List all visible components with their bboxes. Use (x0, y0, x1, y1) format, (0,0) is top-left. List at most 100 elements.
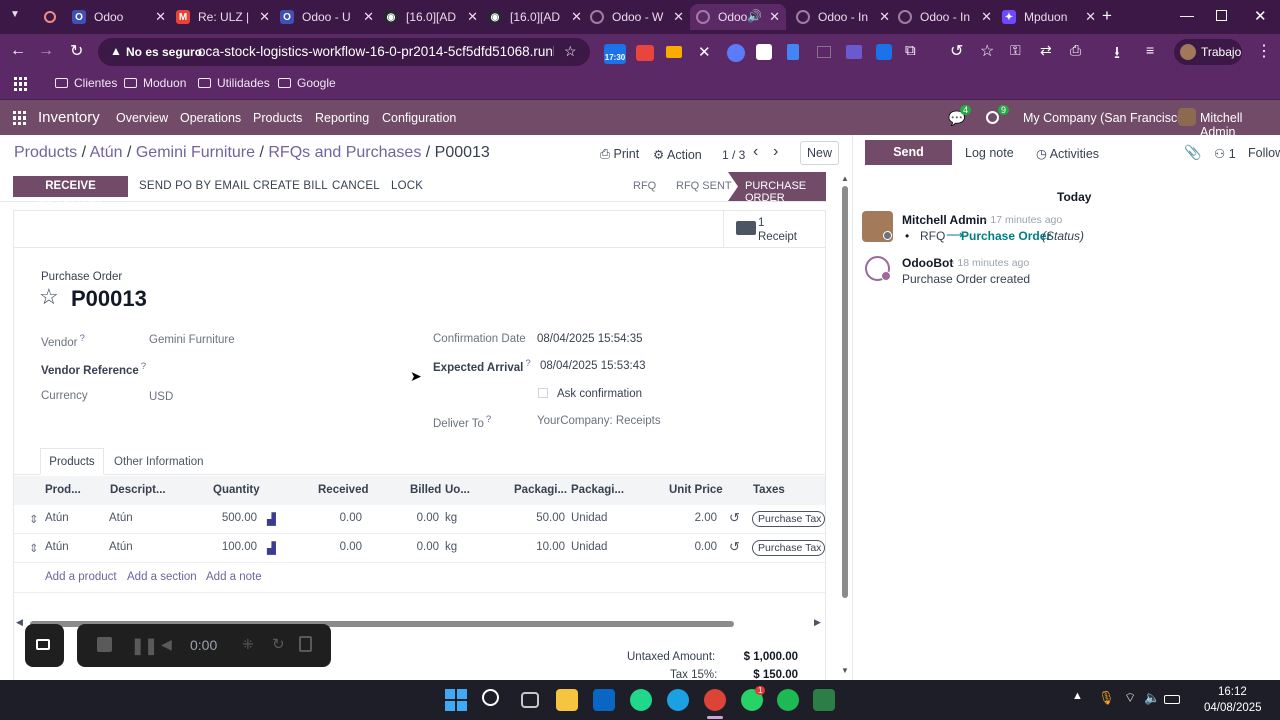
status-purchase-order[interactable]: PURCHASE ORDER (728, 172, 826, 201)
expected-arrival-field[interactable]: 08/04/2025 15:53:43 (540, 360, 646, 372)
ask-confirmation-checkbox[interactable] (538, 388, 548, 398)
line-packaging[interactable]: Unidad (571, 512, 607, 524)
wifi-icon[interactable]: ⌔ (1124, 690, 1136, 706)
media-control-icon[interactable]: ≡ (1146, 42, 1154, 58)
extension-icon[interactable] (636, 45, 654, 61)
close-tab-icon[interactable]: ✕ (363, 9, 374, 25)
browser-tab[interactable]: ◉ [16.0][AD ✕ (488, 4, 588, 30)
close-tab-icon[interactable]: ✕ (571, 9, 582, 25)
grid-icon[interactable]: ⁜ (242, 636, 254, 653)
app-name[interactable]: Inventory (38, 109, 100, 126)
column-packaging-qty[interactable]: Packagi... (514, 484, 567, 496)
forecast-chart-icon[interactable]: ▟ (267, 512, 276, 526)
forward-button[interactable]: → (38, 42, 54, 60)
receipt-smart-button[interactable]: 1 Receipt (723, 211, 825, 247)
follow-button[interactable]: Follow (1248, 146, 1280, 160)
close-tab-icon[interactable]: ✕ (981, 9, 992, 25)
browser-tab[interactable]: Odoo - W ✕ (590, 4, 690, 30)
browser-tab[interactable]: O Odoo ✕ (72, 4, 172, 30)
minimize-window-button[interactable]: — (1180, 7, 1194, 23)
line-billed[interactable]: 0.00 (399, 541, 439, 553)
microphone-icon[interactable]: 🎙 (1098, 690, 1115, 706)
vscode-icon[interactable] (593, 689, 615, 711)
apps-grid-icon[interactable] (14, 77, 28, 91)
profile-button[interactable]: Trabajo (1174, 39, 1242, 65)
extension-icon[interactable] (666, 46, 682, 58)
menu-operations[interactable]: Operations (180, 111, 241, 125)
breadcrumb-item[interactable]: Gemini Furniture (136, 144, 255, 161)
add-note-link[interactable]: Add a note (206, 571, 262, 583)
download-icon[interactable]: ⭳ (1114, 40, 1120, 69)
back-button[interactable]: ← (10, 42, 26, 60)
line-quantity[interactable]: 100.00 (196, 541, 257, 553)
spotify-icon[interactable] (777, 689, 799, 711)
pause-icon[interactable]: ❚❚ (131, 636, 158, 656)
status-rfq-sent[interactable]: RFQ SENT (676, 180, 732, 192)
browser-tab[interactable]: O Odoo - U ✕ (280, 4, 380, 30)
extension-icon[interactable] (756, 44, 772, 60)
url-text[interactable]: oca-stock-logistics-workflow-16-0-pr2014… (198, 44, 554, 59)
column-received[interactable]: Received (318, 484, 369, 496)
clock-time[interactable]: 16:12 (1218, 686, 1247, 698)
browser-tab[interactable]: M Re: ULZ | ✕ (176, 4, 276, 30)
column-packaging[interactable]: Packagi... (571, 484, 624, 496)
scroll-up-arrow-icon[interactable]: ▲ (841, 174, 849, 183)
bookmark-star-icon[interactable]: ☆ (564, 43, 577, 60)
column-uom[interactable]: Uo... (445, 484, 470, 496)
price-reset-icon[interactable]: ↺ (729, 510, 740, 526)
delete-icon[interactable] (299, 636, 312, 652)
volume-icon[interactable]: 🔈 (1144, 690, 1160, 706)
menu-configuration[interactable]: Configuration (382, 111, 456, 125)
audio-playing-icon[interactable]: 🔊 (747, 9, 762, 23)
create-bill-button[interactable]: CREATE BILL (253, 180, 328, 192)
bookmark-folder[interactable]: Google (278, 76, 336, 90)
browser-tab-active[interactable]: Odoo 🔊 ✕ (690, 4, 786, 30)
add-section-link[interactable]: Add a section (127, 571, 197, 583)
security-label[interactable]: No es seguro (126, 45, 202, 59)
edge-icon[interactable] (667, 689, 689, 711)
breadcrumb-item[interactable]: Atún (90, 144, 123, 161)
scroll-left-arrow-icon[interactable]: ◀ (16, 617, 23, 628)
close-tab-icon[interactable]: ✕ (467, 9, 478, 25)
clock-date[interactable]: 04/08/2025 (1204, 702, 1262, 714)
forecast-chart-icon[interactable]: ▟ (267, 541, 276, 555)
extensions-puzzle-icon[interactable]: ⧉ (905, 42, 916, 59)
close-tab-icon[interactable]: ✕ (1085, 9, 1096, 25)
lock-button[interactable]: LOCK (391, 180, 423, 192)
user-avatar[interactable] (1178, 108, 1196, 126)
column-product[interactable]: Prod... (45, 484, 81, 496)
tab-other-information[interactable]: Other Information (114, 456, 203, 468)
menu-products[interactable]: Products (253, 111, 302, 125)
favorites-icon[interactable]: ☆ (980, 41, 994, 61)
browser-tab[interactable]: Odoo - In ✕ (796, 4, 896, 30)
file-explorer-icon[interactable] (556, 689, 578, 711)
help-icon[interactable]: ? (79, 333, 84, 344)
cancel-button[interactable]: CANCEL (332, 180, 380, 192)
scroll-right-arrow-icon[interactable]: ▶ (814, 617, 821, 628)
receive-products-button[interactable]: RECEIVE PRODUCTS (13, 176, 128, 213)
menu-overview[interactable]: Overview (116, 111, 168, 125)
message-author[interactable]: Mitchell Admin (902, 213, 987, 227)
browser-tab[interactable]: ✦ Mpduon ✕ (1002, 4, 1102, 30)
extension-calendar-icon[interactable]: 17:30 (604, 44, 626, 64)
line-billed[interactable]: 0.00 (399, 512, 439, 524)
bookmark-folder[interactable]: Utilidades (198, 76, 270, 90)
ask-confirmation-label[interactable]: Ask confirmation (557, 388, 642, 400)
chrome-icon[interactable] (704, 689, 726, 711)
column-unit-price[interactable]: Unit Price (669, 484, 723, 496)
breadcrumb-item[interactable]: Products (14, 144, 77, 161)
new-tab-button[interactable]: + (1102, 6, 1112, 26)
tax-badge[interactable]: Purchase Tax 15% (752, 511, 825, 527)
task-view-icon[interactable] (521, 692, 539, 708)
line-received[interactable]: 0.00 (312, 512, 362, 524)
mute-icon[interactable]: ◀ (161, 636, 172, 653)
pycharm-icon[interactable] (630, 689, 652, 711)
maximize-window-button[interactable] (1216, 10, 1227, 21)
bookmark-folder[interactable]: Clientes (55, 76, 117, 90)
confirmation-date-field[interactable]: 08/04/2025 15:54:35 (537, 333, 643, 345)
print-icon[interactable]: ⎙ (1070, 42, 1081, 59)
line-packaging[interactable]: Unidad (571, 541, 607, 553)
line-description[interactable]: Atún (109, 541, 133, 553)
add-product-link[interactable]: Add a product (45, 571, 117, 583)
help-icon[interactable]: ? (525, 358, 530, 369)
